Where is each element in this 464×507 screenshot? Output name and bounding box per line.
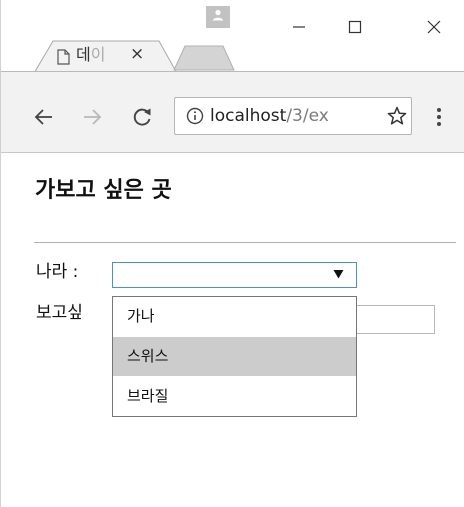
new-tab-button[interactable] [173, 45, 235, 71]
divider [34, 242, 456, 243]
want-input[interactable] [355, 305, 435, 334]
dropdown-option-brazil[interactable]: 브라질 [113, 377, 356, 416]
back-button[interactable] [31, 104, 57, 130]
info-icon[interactable] [186, 107, 204, 125]
maximize-icon [348, 20, 362, 34]
page-icon [57, 49, 70, 65]
minimize-icon [293, 26, 305, 28]
profile-button[interactable] [206, 6, 230, 28]
country-label: 나라 : [36, 262, 79, 282]
dropdown-option-switzerland[interactable]: 스위스 [113, 337, 356, 376]
page-content: 가보고 싶은 곳 나라 : 보고싶 가나 스위스 브라질 [2, 153, 464, 507]
reload-icon [133, 108, 151, 126]
browser-menu-button[interactable] [429, 104, 449, 130]
tab-close-button[interactable]: × [130, 44, 144, 64]
close-icon [427, 20, 441, 34]
url-text[interactable]: localhost/3/ex [210, 105, 329, 127]
arrow-right-icon [84, 109, 102, 125]
more-vertical-icon [437, 108, 441, 126]
star-icon[interactable] [387, 106, 407, 126]
arrow-left-icon [34, 109, 52, 125]
tab-title: 데이 [76, 45, 106, 64]
want-label: 보고싶 [36, 303, 83, 323]
browser-toolbar: localhost/3/ex [1, 71, 464, 153]
reload-button[interactable] [129, 104, 155, 130]
address-bar[interactable]: localhost/3/ex [174, 97, 412, 135]
person-icon [212, 9, 224, 21]
country-select[interactable] [112, 262, 357, 288]
maximize-button[interactable] [335, 12, 375, 42]
triangle-down-icon [333, 270, 344, 279]
browser-window: 데이 × localhost/3/ex 가보고 싶은 곳 나라: 보고싶 가나… [0, 0, 464, 507]
title-bar: 데이 × [1, 0, 464, 72]
page-title: 가보고 싶은 곳 [35, 178, 172, 203]
minimize-button[interactable] [279, 12, 319, 42]
country-dropdown-list: 가나 스위스 브라질 [112, 296, 357, 417]
window-close-button[interactable] [414, 12, 454, 42]
dropdown-option-ghana[interactable]: 가나 [113, 297, 356, 336]
forward-button[interactable] [79, 104, 105, 130]
